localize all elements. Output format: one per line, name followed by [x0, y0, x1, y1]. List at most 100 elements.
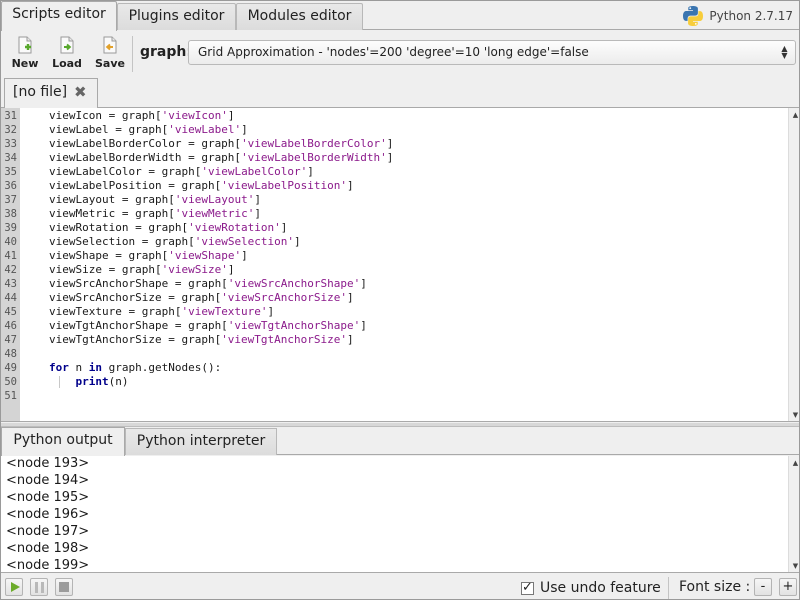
line-number: 47: [4, 334, 17, 346]
code-token: viewLabel = graph[: [49, 123, 169, 136]
output-tab-bar: Python output Python interpreter: [1, 427, 799, 456]
code-text: viewSrcAnchorShape = graph['viewSrcAncho…: [49, 277, 367, 291]
code-token: ]: [386, 137, 394, 150]
tab-plugins-editor[interactable]: Plugins editor: [117, 3, 236, 30]
scroll-down-icon[interactable]: ▼: [790, 409, 799, 421]
code-line: 41 viewShape = graph['viewShape']: [1, 249, 247, 263]
code-text: viewLabelBorderWidth = graph['viewLabelB…: [49, 151, 393, 165]
line-number: 38: [4, 208, 17, 220]
code-string: 'viewMetric': [174, 207, 255, 220]
code-text: for n in graph.getNodes():: [49, 361, 221, 375]
python-logo-icon: [683, 6, 704, 26]
close-icon[interactable]: ✖: [74, 79, 87, 106]
code-lines: 31 viewIcon = graph['viewIcon'] 32 viewLabe…: [1, 109, 393, 403]
code-keyword: in: [88, 361, 102, 374]
code-line: 45 viewTexture = graph['viewTexture']: [1, 305, 274, 319]
tab-modules-editor[interactable]: Modules editor: [236, 3, 363, 30]
code-token: ]: [347, 179, 354, 192]
code-text: viewTexture = graph['viewTexture']: [49, 305, 274, 319]
code-line: 47 viewTgtAnchorSize = graph['viewTgtAnch…: [1, 333, 353, 347]
line-number: 43: [4, 278, 17, 290]
code-line: 31 viewIcon = graph['viewIcon']: [1, 109, 234, 123]
line-number: 46: [4, 320, 17, 332]
line-number: 45: [4, 306, 17, 318]
code-text: viewLabelColor = graph['viewLabelColor']: [49, 165, 314, 179]
output-scrollbar[interactable]: ▲ ▼: [788, 456, 799, 572]
play-icon: [11, 582, 20, 592]
python-output-panel[interactable]: <node 193> <node 194> <node 195> <node 196>…: [1, 456, 799, 573]
code-token: ]: [267, 305, 275, 318]
checkbox-checked-icon[interactable]: [521, 580, 534, 595]
code-editor[interactable]: 31 viewIcon = graph['viewIcon'] 32 viewLabe…: [1, 108, 799, 422]
code-text: viewIcon = graph['viewIcon']: [49, 109, 234, 123]
output-line: <node 195>: [6, 490, 90, 505]
code-token: viewLabelColor = graph[: [49, 165, 202, 178]
code-string: 'viewLabelColor': [201, 165, 308, 178]
code-line: 38 viewMetric = graph['viewMetric']: [1, 207, 261, 221]
new-button[interactable]: New: [7, 35, 43, 75]
line-number: 34: [4, 152, 17, 164]
code-token: ]: [280, 221, 288, 234]
code-token: viewTgtAnchorSize = graph[: [49, 333, 222, 346]
code-string: 'viewSrcAnchorSize': [221, 291, 348, 304]
stop-button[interactable]: [55, 578, 73, 596]
chevron-updown-icon: ▲ ▼: [781, 44, 788, 60]
undo-checkbox[interactable]: Use undo feature: [521, 578, 661, 598]
output-line: <node 198>: [6, 541, 90, 556]
code-line: 49 for n in graph.getNodes():: [1, 361, 221, 375]
python-version: Python 2.7.17: [682, 4, 793, 28]
output-line: <node 197>: [6, 524, 90, 539]
code-string: 'viewRotation': [188, 221, 281, 234]
font-increase-button[interactable]: +: [779, 578, 797, 596]
file-tab[interactable]: [no file] ✖: [4, 78, 98, 109]
output-line: <node 199>: [6, 558, 90, 573]
code-line: 39 viewRotation = graph['viewRotation']: [1, 221, 287, 235]
toolbar-separator: [132, 36, 133, 72]
code-line: 36 viewLabelPosition = graph['viewLabelPo…: [1, 179, 353, 193]
code-token: viewSize = graph[: [49, 263, 162, 276]
code-token: ]: [254, 207, 261, 220]
output-line: <node 193>: [6, 456, 90, 471]
code-line: 43 viewSrcAnchorShape = graph['viewSrcAnc…: [1, 277, 367, 291]
code-string: 'viewLabel': [168, 123, 242, 136]
scroll-up-icon[interactable]: ▲: [790, 457, 799, 469]
code-line: 33 viewLabelBorderColor = graph['viewLabe…: [1, 137, 393, 151]
code-text: viewShape = graph['viewShape']: [49, 249, 248, 263]
line-number: 42: [4, 264, 17, 276]
run-button[interactable]: [5, 578, 23, 596]
code-text: viewSelection = graph['viewSelection']: [49, 235, 301, 249]
status-separator: [668, 577, 669, 599]
line-number: 49: [4, 362, 17, 374]
tab-python-output[interactable]: Python output: [1, 427, 125, 456]
save-button[interactable]: Save: [92, 35, 128, 75]
code-token: n: [68, 361, 89, 374]
undo-label: Use undo feature: [540, 580, 661, 596]
font-decrease-button[interactable]: -: [754, 578, 772, 596]
line-number: 33: [4, 138, 17, 150]
output-line: <node 194>: [6, 473, 90, 488]
code-token: ]: [347, 333, 354, 346]
line-number: 35: [4, 166, 17, 178]
load-button[interactable]: Load: [49, 35, 85, 75]
graph-select[interactable]: Grid Approximation - 'nodes'=200 'degree…: [188, 40, 796, 65]
code-string: 'viewTexture': [181, 305, 268, 318]
line-number: 48: [4, 348, 17, 360]
main-tab-bar: Scripts editor Plugins editor Modules ed…: [1, 1, 799, 31]
line-number: 51: [4, 390, 17, 402]
pause-button[interactable]: [30, 578, 48, 596]
tab-scripts-editor[interactable]: Scripts editor: [1, 1, 117, 31]
indent-guide: [59, 376, 60, 388]
code-token: viewTexture = graph[: [49, 305, 182, 318]
code-token: ]: [227, 263, 235, 276]
scroll-up-icon[interactable]: ▲: [790, 109, 799, 121]
scroll-down-icon[interactable]: ▼: [790, 560, 799, 572]
file-tab-label: [no file]: [13, 84, 68, 100]
code-token: ]: [347, 291, 354, 304]
editor-scrollbar[interactable]: ▲ ▼: [788, 108, 799, 421]
code-string: 'viewShape': [168, 249, 242, 262]
code-token: ]: [254, 193, 261, 206]
code-line: 35 viewLabelColor = graph['viewLabelColor…: [1, 165, 314, 179]
save-file-icon: [103, 36, 117, 54]
tab-python-interpreter[interactable]: Python interpreter: [125, 428, 277, 455]
